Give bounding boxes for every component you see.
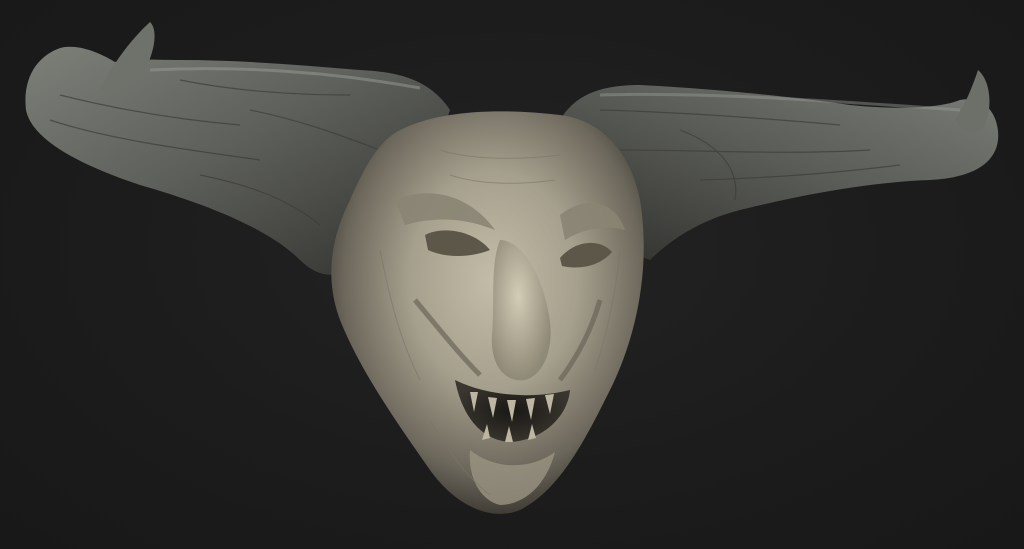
render-viewport <box>0 0 1024 549</box>
demon-head-sculpt <box>25 22 999 514</box>
demon-face <box>331 111 644 514</box>
